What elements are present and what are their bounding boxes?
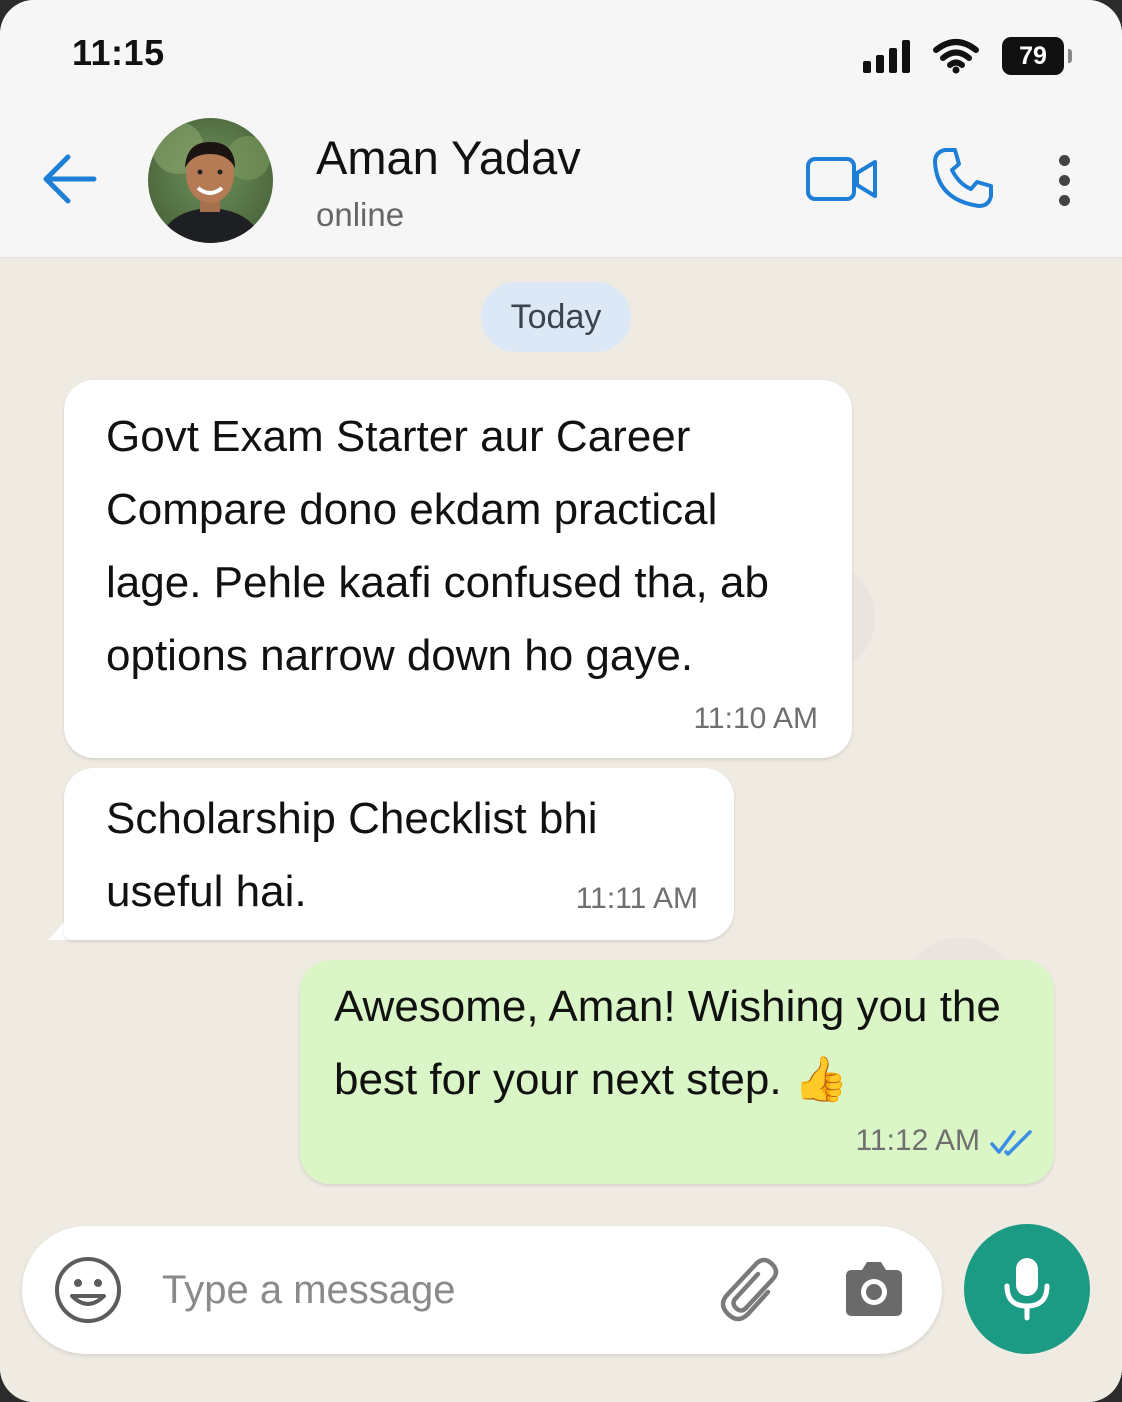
battery-level: 79	[1019, 41, 1047, 70]
message-text: Scholarship Checklist bhi useful hai.	[106, 782, 598, 928]
message-bubble-incoming[interactable]: Scholarship Checklist bhi useful hai. 11…	[64, 768, 734, 940]
more-vert-icon	[1058, 154, 1070, 166]
avatar[interactable]	[148, 118, 273, 243]
message-input[interactable]	[162, 1256, 682, 1324]
message-line: best for your next step. 👍	[334, 1055, 849, 1104]
emoji-button[interactable]	[52, 1254, 124, 1326]
date-chip: Today	[481, 282, 631, 352]
wifi-icon	[933, 39, 979, 74]
signal-icon	[863, 39, 910, 73]
message-time: 11:12 AM	[855, 1124, 980, 1157]
camera-button[interactable]	[838, 1254, 910, 1326]
message-bubble-outgoing[interactable]: Awesome, Aman! Wishing you the best for …	[300, 960, 1054, 1184]
double-check-icon	[990, 1130, 1032, 1156]
mic-icon	[1004, 1258, 1050, 1321]
emoji-icon	[55, 1257, 121, 1323]
message-time: 11:10 AM	[693, 702, 818, 735]
message-text: Awesome, Aman! Wishing you the best for …	[334, 970, 1001, 1116]
phone-icon	[933, 148, 993, 208]
video-call-icon	[806, 157, 877, 201]
phone-screen: 11:15 79 Aman Yadav online Today Govt Ex…	[0, 0, 1122, 1402]
message-line: useful hai.	[106, 867, 307, 916]
message-time: 11:11 AM	[575, 882, 698, 915]
back-button[interactable]	[38, 148, 100, 210]
paperclip-icon	[720, 1257, 779, 1322]
contact-status: online	[316, 196, 405, 233]
more-options-button[interactable]	[1044, 148, 1084, 212]
avatar-photo	[152, 122, 270, 243]
chat-header: 11:15 79 Aman Yadav online	[0, 0, 1122, 258]
message-composer	[22, 1226, 942, 1354]
voice-record-button[interactable]	[964, 1224, 1090, 1354]
message-line: Awesome, Aman! Wishing you the	[334, 982, 1001, 1031]
message-line: Scholarship Checklist bhi	[106, 794, 598, 843]
message-bubble-incoming[interactable]: Govt Exam Starter aur Career Compare don…	[64, 380, 852, 758]
battery-icon: 79	[1002, 37, 1072, 75]
message-line: options narrow down ho gaye.	[106, 631, 694, 680]
video-call-button[interactable]	[802, 148, 882, 210]
message-line: Compare dono ekdam practical	[106, 485, 718, 534]
back-arrow-icon	[43, 154, 97, 204]
message-text: Govt Exam Starter aur Career Compare don…	[106, 400, 769, 692]
contact-name[interactable]: Aman Yadav	[316, 130, 581, 185]
status-time: 11:15	[72, 32, 165, 73]
message-line: Govt Exam Starter aur Career	[106, 412, 691, 461]
voice-call-button[interactable]	[928, 142, 998, 214]
camera-icon	[846, 1262, 902, 1316]
status-icons: 79	[863, 36, 1072, 76]
message-line: lage. Pehle kaafi confused tha, ab	[106, 558, 769, 607]
attach-button[interactable]	[712, 1252, 792, 1332]
